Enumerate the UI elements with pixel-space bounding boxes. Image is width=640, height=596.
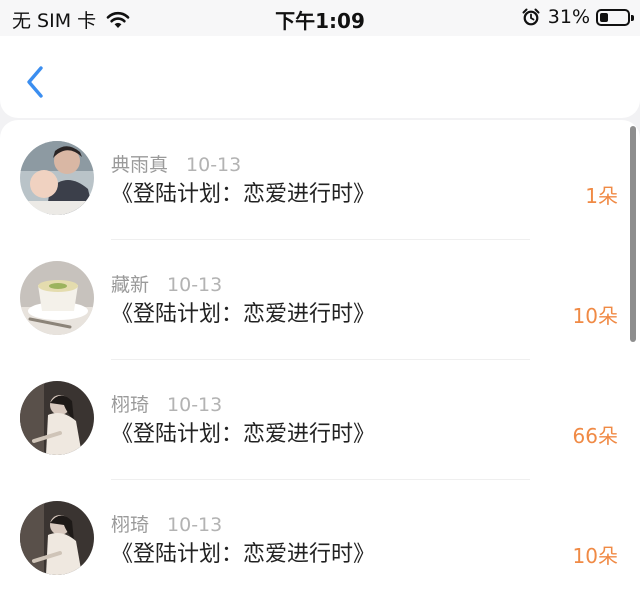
gift-record-list[interactable]: 典雨真 10-13 《登陆计划：恋爱进行时》 1朵 藏新 10-13 《登陆计划：恋… (0, 120, 640, 596)
list-item[interactable]: 栩琦 10-13 《登陆计划：恋爱进行时》 66朵 (0, 360, 640, 480)
list-item[interactable]: 藏新 10-13 《登陆计划：恋爱进行时》 10朵 (0, 240, 640, 360)
status-right: 31% (522, 6, 634, 28)
name-line: 藏新 10-13 (111, 270, 222, 297)
list-item[interactable]: 栩琦 10-13 《登陆计划：恋爱进行时》 10朵 (0, 480, 640, 596)
list-item[interactable]: 典雨真 10-13 《登陆计划：恋爱进行时》 1朵 (0, 120, 640, 240)
user-name: 典雨真 (111, 154, 169, 176)
book-title: 《登陆计划：恋爱进行时》 (111, 182, 376, 207)
book-title: 《登陆计划：恋爱进行时》 (111, 302, 376, 327)
user-name: 栩琦 (111, 514, 150, 536)
flower-amount: 10朵 (572, 304, 618, 328)
avatar[interactable] (20, 141, 94, 215)
battery-level-fill (600, 12, 609, 22)
back-button[interactable] (22, 64, 50, 100)
flower-amount: 66朵 (572, 424, 618, 448)
flower-amount: 10朵 (572, 544, 618, 568)
alarm-icon (522, 8, 540, 26)
name-line: 栩琦 10-13 (111, 510, 222, 537)
nav-bar (0, 36, 640, 118)
book-title: 《登陆计划：恋爱进行时》 (111, 542, 376, 567)
avatar[interactable] (20, 261, 94, 335)
status-bar: 无 SIM 卡 下午1:09 31% (0, 0, 640, 36)
date: 10-13 (167, 274, 223, 296)
name-line: 典雨真 10-13 (111, 150, 241, 177)
date: 10-13 (167, 514, 223, 536)
avatar[interactable] (20, 381, 94, 455)
battery-percent: 31% (547, 6, 590, 28)
user-name: 栩琦 (111, 394, 150, 416)
flower-amount: 1朵 (585, 184, 618, 208)
user-name: 藏新 (111, 274, 150, 296)
book-title: 《登陆计划：恋爱进行时》 (111, 422, 376, 447)
date: 10-13 (167, 394, 223, 416)
battery-icon (596, 8, 634, 26)
name-line: 栩琦 10-13 (111, 390, 222, 417)
date: 10-13 (186, 154, 242, 176)
chevron-left-icon (27, 66, 43, 98)
avatar[interactable] (20, 501, 94, 575)
